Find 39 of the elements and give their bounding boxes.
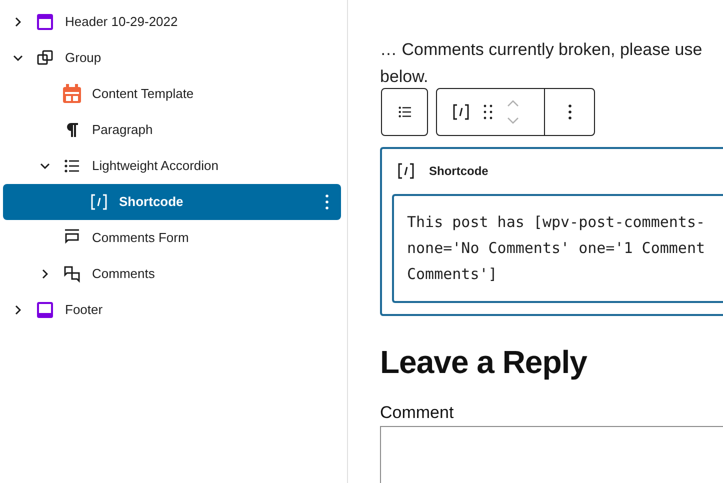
chevron-down-icon[interactable] <box>40 163 50 169</box>
shortcode-icon <box>90 194 108 210</box>
chevron-right-icon[interactable] <box>42 269 48 279</box>
speech-bubbles-icon <box>63 265 81 283</box>
shortcode-icon <box>397 163 415 179</box>
chevron-right-icon[interactable] <box>15 17 21 27</box>
list-icon <box>398 106 412 118</box>
overlapping-squares-icon <box>36 49 54 67</box>
calendar-icon <box>62 84 82 104</box>
shortcode-text: This post has [wpv-post-comments- <box>407 212 706 233</box>
list-view-item[interactable]: Comments Form <box>3 220 341 256</box>
pilcrow-icon <box>65 122 79 138</box>
reply-heading: Leave a Reply <box>380 343 587 382</box>
list-view-item[interactable]: Group <box>3 40 341 76</box>
list-view-item[interactable]: Shortcode <box>3 184 341 220</box>
parent-block-button[interactable] <box>381 88 428 136</box>
more-options-icon[interactable] <box>568 104 572 120</box>
field-label: Comment <box>380 402 454 424</box>
paragraph-text: … Comments currently broken, please use <box>380 39 702 61</box>
layout-icon <box>36 13 54 31</box>
block-label: Shortcode <box>429 163 488 180</box>
shortcode-text: none='No Comments' one='1 Comment <box>407 238 706 259</box>
shortcode-icon[interactable] <box>452 104 470 120</box>
chevron-right-icon[interactable] <box>15 305 21 315</box>
drag-handle-icon[interactable] <box>483 104 493 120</box>
list-view-item[interactable]: Footer <box>3 292 341 328</box>
shortcode-text: Comments'] <box>407 264 498 285</box>
shortcode-block[interactable]: Shortcode This post has [wpv-post-comments- none='No Comments' one='1 Comment Comments'] <box>380 147 723 316</box>
list-view-item[interactable]: Paragraph <box>3 112 341 148</box>
paragraph-text: below. <box>380 66 428 88</box>
list-view-item[interactable]: Comments <box>3 256 341 292</box>
list-icon <box>64 159 80 173</box>
chevron-down-icon[interactable] <box>13 55 23 61</box>
list-view-item[interactable]: Lightweight Accordion <box>3 148 341 184</box>
comment-field[interactable] <box>380 426 723 483</box>
list-view-item[interactable]: Header 10-29-2022 <box>3 4 341 40</box>
shortcode-field[interactable]: This post has [wpv-post-comments- none='No Comments' one='1 Comment Comments'] <box>392 194 723 303</box>
list-view-item[interactable]: Content Template <box>3 76 341 112</box>
layout-icon <box>36 301 54 319</box>
